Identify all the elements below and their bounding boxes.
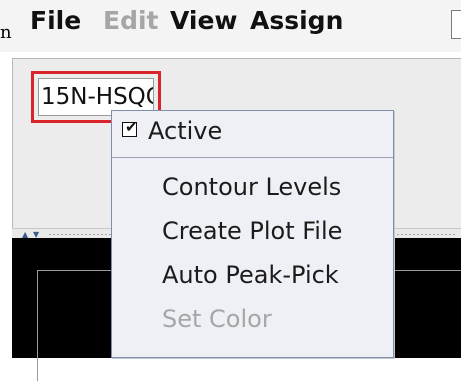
- context-menu: ✔ Active Contour Levels Create Plot File…: [111, 110, 394, 358]
- menu-bar: n File Edit View Assign: [0, 0, 461, 52]
- menu-item-contour-levels[interactable]: Contour Levels: [162, 173, 341, 201]
- menu-item-create-plot-file[interactable]: Create Plot File: [162, 217, 342, 245]
- menu-separator: [112, 157, 393, 158]
- clipped-text: n: [0, 22, 12, 43]
- menu-view[interactable]: View: [170, 6, 238, 35]
- menu-item-set-color[interactable]: Set Color: [162, 305, 272, 333]
- menu-assign[interactable]: Assign: [250, 6, 343, 35]
- active-checkbox[interactable]: ✔: [122, 118, 138, 137]
- search-field-edge[interactable]: [451, 10, 461, 39]
- menu-item-active[interactable]: Active: [148, 117, 222, 145]
- check-icon: ✔: [125, 118, 138, 136]
- menu-item-auto-peak-pick[interactable]: Auto Peak-Pick: [162, 261, 339, 289]
- menu-edit[interactable]: Edit: [103, 6, 159, 35]
- spectrum-selector-label: 15N-HSQC: [41, 84, 154, 110]
- menu-file[interactable]: File: [30, 6, 81, 35]
